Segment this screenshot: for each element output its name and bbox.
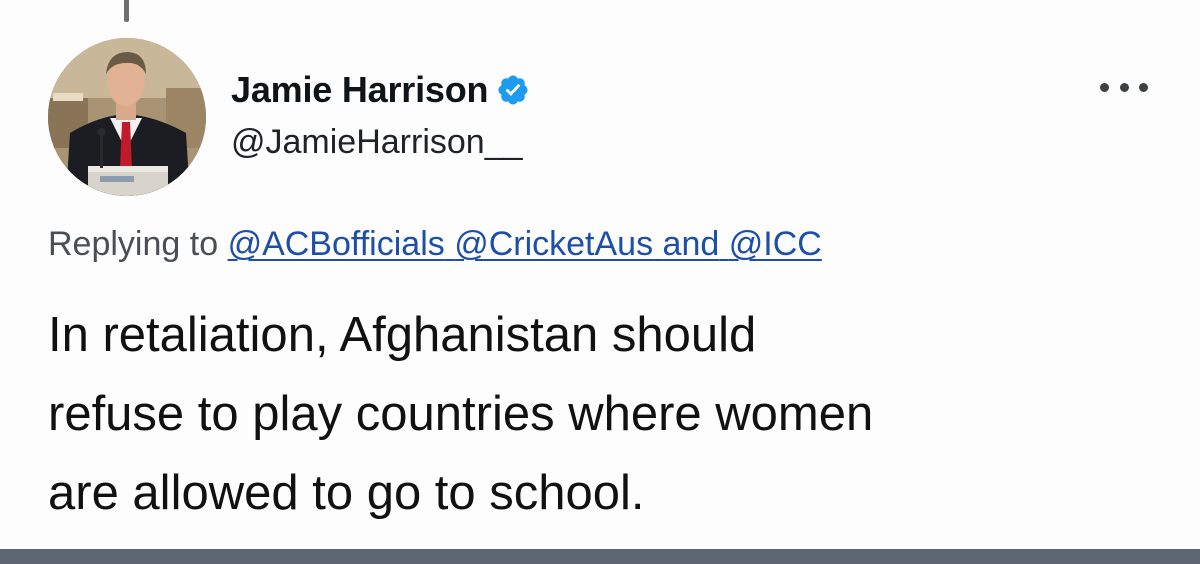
author-handle[interactable]: @JamieHarrison__ — [231, 121, 523, 163]
mention-conjunction: and — [662, 225, 720, 263]
tweet-body: In retaliation, Afghanistan should refus… — [48, 296, 1168, 533]
mention-text: @ICC — [728, 225, 822, 263]
author-name-row: Jamie Harrison — [231, 68, 530, 112]
more-dot — [1139, 82, 1148, 92]
verified-badge-icon — [496, 73, 530, 107]
tweet-text-line: refuse to play countries where women — [48, 387, 874, 441]
bottom-divider-bar — [0, 549, 1200, 564]
author-display-name[interactable]: Jamie Harrison — [231, 68, 489, 112]
mention-link-acbofficials[interactable]: @ACBofficials @CricketAus and @ICC — [228, 225, 822, 263]
tweet-text-line: In retaliation, Afghanistan should — [48, 308, 757, 362]
more-dots-icon[interactable] — [1100, 72, 1148, 102]
mention-text: @ACBofficials — [227, 225, 445, 263]
avatar-photo — [48, 38, 206, 196]
thread-connector-line — [124, 0, 129, 22]
mention-text: @CricketAus — [454, 225, 654, 263]
more-dot — [1100, 82, 1109, 92]
avatar[interactable] — [48, 38, 206, 196]
tweet-text-line: are allowed to go to school. — [48, 466, 645, 520]
more-dot — [1119, 82, 1129, 92]
replying-to-label: Replying to — [48, 225, 219, 263]
replying-to-line: Replying to @ACBofficials @CricketAus an… — [48, 222, 822, 266]
